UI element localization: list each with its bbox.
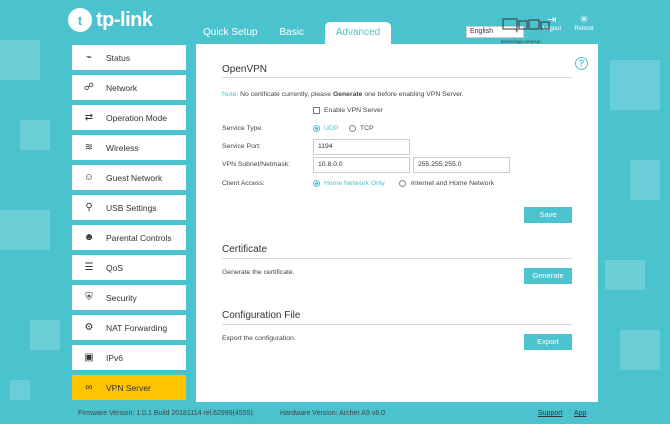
firmware-version: Firmware Version: 1.0.1 Build 20181114 r… bbox=[78, 410, 253, 417]
footer: Firmware Version: 1.0.1 Build 20181114 r… bbox=[0, 404, 670, 424]
note-label: Note: bbox=[222, 91, 239, 98]
operation-mode-icon: ⇄ bbox=[84, 112, 94, 123]
config-file-title: Configuration File bbox=[222, 310, 301, 321]
sidebar-item-qos[interactable]: ☰ QoS bbox=[72, 255, 186, 280]
sidebar-item-guest-network[interactable]: ☺ Guest Network bbox=[72, 165, 186, 190]
divider bbox=[222, 258, 572, 259]
client-access-home-label: Home Network Only bbox=[324, 180, 385, 187]
generate-button[interactable]: Generate bbox=[524, 268, 572, 284]
parental-controls-icon: ☻ bbox=[83, 232, 95, 243]
service-type-tcp-radio[interactable] bbox=[349, 125, 356, 132]
sidebar-item-label: VPN Server bbox=[106, 382, 151, 393]
brand-name: tp-link bbox=[96, 8, 153, 31]
ipv6-icon: ▣ bbox=[84, 352, 94, 363]
enable-vpn-checkbox[interactable] bbox=[313, 107, 320, 114]
sidebar-item-label: USB Settings bbox=[106, 202, 157, 213]
sidebar-item-vpn-server[interactable]: ∞ VPN Server bbox=[72, 375, 186, 400]
tp-link-logo-icon: t bbox=[68, 8, 92, 32]
divider bbox=[222, 324, 572, 325]
divider bbox=[222, 77, 572, 78]
note-bold: Generate bbox=[332, 91, 363, 98]
service-port-input[interactable]: 1194 bbox=[313, 139, 410, 155]
top-bar: t tp-link Quick Setup Basic Advanced Eng… bbox=[0, 0, 670, 44]
sidebar-item-label: QoS bbox=[106, 262, 124, 273]
service-type-tcp-label: TCP bbox=[360, 125, 374, 132]
sidebar: ⌁ Status ☍ Network ⇄ Operation Mode ≋ Wi… bbox=[72, 45, 186, 405]
reboot-label: Reboot bbox=[574, 26, 594, 32]
sidebar-item-nat-forwarding[interactable]: ⚙ NAT Forwarding bbox=[72, 315, 186, 340]
subnet-label: VPN Subnet/Netmask: bbox=[222, 161, 290, 168]
tp-link-logo: t tp-link bbox=[68, 8, 153, 32]
qos-icon: ☰ bbox=[84, 262, 94, 273]
watermark-graphic bbox=[502, 18, 550, 30]
service-type-udp-radio[interactable] bbox=[313, 125, 320, 132]
wireless-icon: ≋ bbox=[84, 142, 94, 153]
service-port-label: Service Port: bbox=[222, 143, 261, 150]
sidebar-item-label: Operation Mode bbox=[106, 112, 167, 123]
service-type-udp-label: UDP bbox=[324, 125, 339, 132]
sidebar-item-usb-settings[interactable]: ⚲ USB Settings bbox=[72, 195, 186, 220]
tab-quick-setup[interactable]: Quick Setup bbox=[192, 22, 268, 44]
sidebar-item-label: Wireless bbox=[106, 142, 139, 153]
app-link[interactable]: App bbox=[574, 410, 586, 417]
sidebar-item-operation-mode[interactable]: ⇄ Operation Mode bbox=[72, 105, 186, 130]
tab-advanced[interactable]: Advanced bbox=[324, 22, 391, 44]
help-icon[interactable]: ? bbox=[575, 57, 588, 70]
sidebar-item-label: Network bbox=[106, 82, 138, 93]
certificate-description: Generate the certificate. bbox=[222, 269, 295, 276]
main-panel: ? OpenVPN Note: No certificate currently… bbox=[196, 44, 598, 402]
client-access-internet-label: Internet and Home Network bbox=[411, 180, 495, 187]
config-file-description: Export the configuration. bbox=[222, 335, 296, 342]
sidebar-item-label: IPv6 bbox=[106, 352, 124, 363]
hardware-version: Hardware Version: Archer A9 v6.0 bbox=[280, 410, 386, 417]
network-icon: ☍ bbox=[83, 82, 95, 93]
sidebar-item-label: Guest Network bbox=[106, 172, 163, 183]
tab-basic[interactable]: Basic bbox=[268, 22, 314, 44]
guest-network-icon: ☺ bbox=[83, 172, 95, 183]
client-access-internet-radio[interactable] bbox=[399, 180, 406, 187]
save-button[interactable]: Save bbox=[524, 207, 572, 223]
export-button[interactable]: Export bbox=[524, 334, 572, 350]
shield-icon: ⛨ bbox=[85, 292, 93, 303]
note-text: Note: No certificate currently, please G… bbox=[222, 91, 464, 98]
sidebar-item-ipv6[interactable]: ▣ IPv6 bbox=[72, 345, 186, 370]
client-access-home-radio[interactable] bbox=[313, 180, 320, 187]
reboot-button[interactable]: ✳ Reboot bbox=[572, 14, 596, 32]
client-access-label: Client Access: bbox=[222, 180, 265, 187]
openvpn-title: OpenVPN bbox=[222, 64, 268, 75]
certificate-title: Certificate bbox=[222, 244, 268, 255]
sidebar-item-wireless[interactable]: ≋ Wireless bbox=[72, 135, 186, 160]
note-after: one before enabling VPN Server. bbox=[364, 91, 464, 98]
note-before: No certificate currently, please bbox=[240, 91, 332, 98]
subnet-input[interactable]: 10.8.0.0 bbox=[313, 157, 410, 173]
support-link[interactable]: Support bbox=[538, 410, 563, 417]
service-type-label: Service Type: bbox=[222, 125, 264, 132]
sidebar-item-label: Security bbox=[106, 292, 137, 303]
sidebar-item-security[interactable]: ⛨ Security bbox=[72, 285, 186, 310]
sidebar-item-status[interactable]: ⌁ Status bbox=[72, 45, 186, 70]
sidebar-item-network[interactable]: ☍ Network bbox=[72, 75, 186, 100]
enable-vpn-label: Enable VPN Server bbox=[324, 107, 383, 114]
netmask-input[interactable]: 255.255.255.0 bbox=[413, 157, 510, 173]
nat-forwarding-icon: ⚙ bbox=[84, 322, 94, 333]
sidebar-item-label: Parental Controls bbox=[106, 232, 172, 243]
status-icon: ⌁ bbox=[85, 52, 93, 63]
reboot-icon: ✳ bbox=[579, 14, 589, 26]
vpn-icon: ∞ bbox=[85, 382, 93, 393]
main-tabs: Quick Setup Basic Advanced bbox=[192, 22, 391, 44]
sidebar-item-label: NAT Forwarding bbox=[106, 322, 168, 333]
sidebar-item-label: Status bbox=[106, 52, 131, 63]
usb-icon: ⚲ bbox=[85, 202, 93, 213]
language-value: English bbox=[470, 28, 493, 35]
sidebar-item-parental-controls[interactable]: ☻ Parental Controls bbox=[72, 225, 186, 250]
